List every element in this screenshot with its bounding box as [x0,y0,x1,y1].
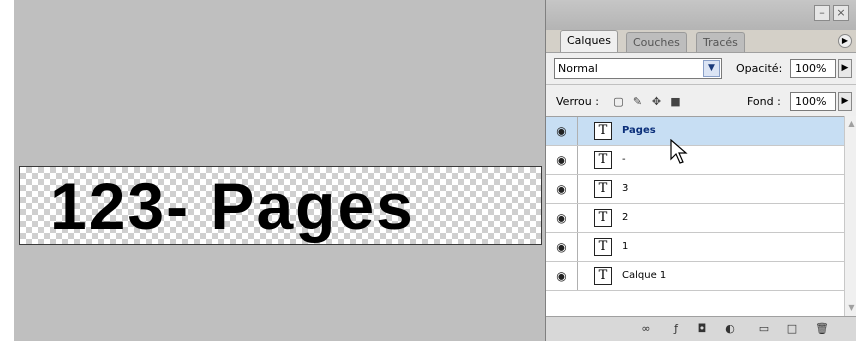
link-icon[interactable]: ∞ [638,322,654,336]
layer-name: - [622,154,626,165]
layer-row[interactable]: ◉ T 3 [546,175,844,204]
folder-icon[interactable]: ▭ [756,322,772,336]
layer-name: 2 [622,212,629,223]
lock-position-icon[interactable]: ✥ [650,95,663,108]
trash-icon[interactable]: 🗑 [814,322,830,336]
scroll-down-icon[interactable]: ▼ [846,302,856,314]
chevron-down-icon[interactable]: ▼ [703,60,720,77]
layers-panel: – × Calques Couches Tracés ▶ Normal ▼ Op… [545,0,856,341]
lock-row: Verrou : ▢ ✎ ✥ ■ Fond : 100% ▶ [546,84,856,116]
mask-icon[interactable]: ◘ [694,322,710,336]
layers-list: ◉ T Pages ◉ T - ◉ T 3 ◉ T 2 ◉ T 1 ◉ T Ca… [546,116,844,316]
opacity-stepper[interactable]: ▶ [838,59,852,78]
blend-row: Normal ▼ Opacité: 100% ▶ [546,52,856,84]
panel-tabs: Calques Couches Tracés [546,30,856,52]
blend-mode-value: Normal [558,62,598,75]
panel-titlebar: – × [546,0,856,30]
layer-name: Pages [622,125,656,136]
text-layer-icon: T [594,267,612,285]
fill-stepper[interactable]: ▶ [838,92,852,111]
canvas-area[interactable]: 123- Pages [0,0,545,341]
eye-icon[interactable]: ◉ [546,117,578,145]
blend-mode-select[interactable]: Normal ▼ [554,58,722,79]
eye-icon[interactable]: ◉ [546,175,578,203]
tab-calques[interactable]: Calques [560,30,618,52]
eye-icon[interactable]: ◉ [546,233,578,261]
lock-transparency-icon[interactable]: ▢ [612,95,625,108]
canvas-edge [0,0,14,341]
scroll-up-icon[interactable]: ▲ [846,118,856,130]
panel-menu-icon[interactable]: ▶ [838,34,852,48]
eye-icon[interactable]: ◉ [546,262,578,290]
opacity-field[interactable]: 100% [790,59,836,78]
text-layer-icon: T [594,122,612,140]
layer-name: 3 [622,183,629,194]
layer-row[interactable]: ◉ T - [546,146,844,175]
tab-couches[interactable]: Couches [626,32,687,52]
close-button[interactable]: × [833,5,849,21]
lock-all-icon[interactable]: ■ [669,95,682,108]
lock-pixels-icon[interactable]: ✎ [631,95,644,108]
layer-row[interactable]: ◉ T Pages [546,117,844,146]
layer-row[interactable]: ◉ T Calque 1 [546,262,844,291]
fill-field[interactable]: 100% [790,92,836,111]
new-layer-icon[interactable]: □ [784,322,800,336]
layers-toolbar: ∞ ƒ ◘ ◐ ▭ □ 🗑 [546,316,856,341]
opacity-label: Opacité: [736,62,783,75]
layer-row[interactable]: ◉ T 2 [546,204,844,233]
adjustment-icon[interactable]: ◐ [722,322,738,336]
lock-label: Verrou : [556,95,599,108]
mouse-cursor-icon [670,139,688,164]
text-layer-icon: T [594,238,612,256]
text-layer-icon: T [594,180,612,198]
layer-name: Calque 1 [622,270,667,281]
layer-style-icon[interactable]: ƒ [668,322,684,336]
minimize-button[interactable]: – [814,5,830,21]
layer-name: 1 [622,241,629,252]
eye-icon[interactable]: ◉ [546,204,578,232]
layer-row[interactable]: ◉ T 1 [546,233,844,262]
text-layer-icon: T [594,151,612,169]
tab-traces[interactable]: Tracés [696,32,745,52]
document-transparent[interactable]: 123- Pages [19,166,542,245]
eye-icon[interactable]: ◉ [546,146,578,174]
fill-label: Fond : [747,95,781,108]
layers-scrollbar[interactable]: ▲ ▼ [844,116,856,316]
document-text: 123- Pages [50,169,415,243]
text-layer-icon: T [594,209,612,227]
